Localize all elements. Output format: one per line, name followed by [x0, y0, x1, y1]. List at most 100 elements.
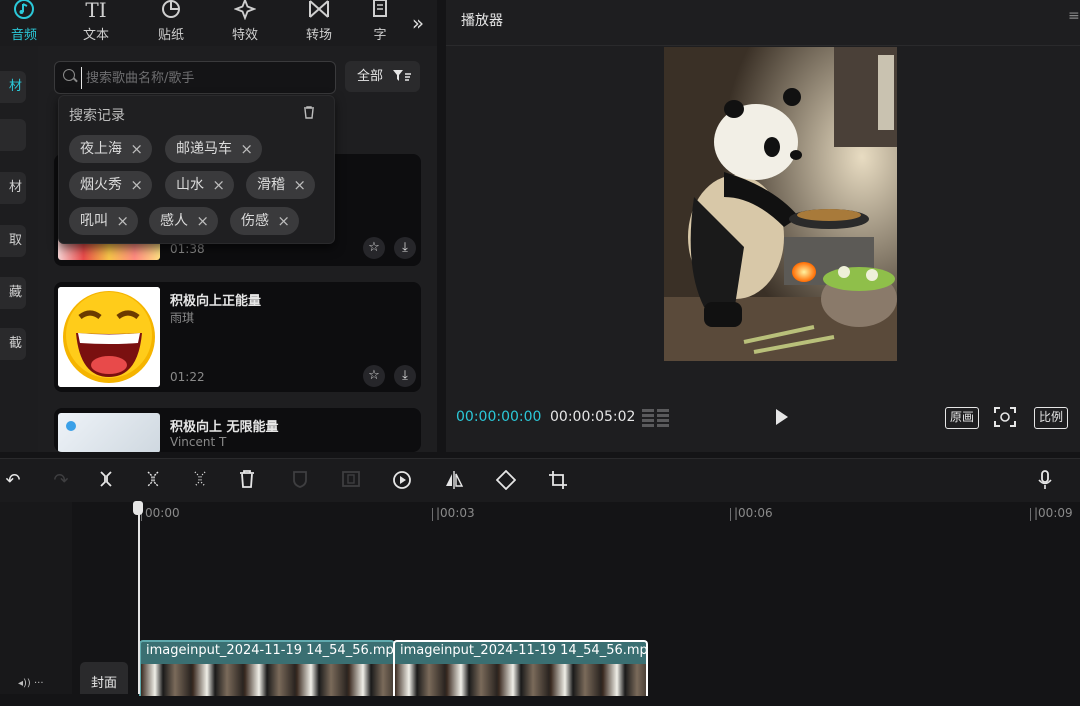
star-icon[interactable]: ☆	[363, 237, 385, 259]
video-preview[interactable]	[664, 47, 897, 361]
history-chip[interactable]: 邮递马车 ×	[165, 135, 262, 163]
original-quality-button[interactable]: 原画	[945, 407, 979, 429]
close-icon[interactable]: ×	[240, 135, 253, 163]
player-title: 播放器	[461, 13, 503, 29]
history-chip[interactable]: 滑稽 ×	[246, 171, 315, 199]
current-time: 00:00:00:00	[456, 409, 542, 425]
text-icon: TI	[85, 0, 107, 22]
rail-item-6[interactable]: 截	[0, 328, 26, 360]
history-chip[interactable]: 夜上海 ×	[69, 135, 152, 163]
rail-item-2[interactable]	[0, 119, 26, 151]
chip-label: 夜上海	[80, 141, 122, 157]
chip-label: 吼叫	[80, 213, 108, 229]
sticker-icon	[139, 0, 203, 22]
history-chip[interactable]: 烟火秀 ×	[69, 171, 152, 199]
close-icon[interactable]: ×	[116, 207, 129, 235]
tab-audio-label: 音频	[10, 28, 37, 43]
search-icon	[63, 69, 75, 81]
undo-icon[interactable]: ↶	[2, 470, 24, 492]
top-toolbar: 音频 TI 文本 贴纸 特效 转场 字 »	[0, 0, 437, 46]
redo-icon[interactable]: ↷	[50, 470, 72, 492]
tab-sticker[interactable]: 贴纸	[139, 0, 203, 46]
close-icon[interactable]: ×	[277, 207, 290, 235]
download-icon[interactable]: ⤓	[394, 365, 416, 387]
rotate-icon[interactable]	[495, 469, 517, 492]
playhead-handle[interactable]	[133, 501, 143, 515]
ratio-button[interactable]: 比例	[1034, 407, 1068, 429]
tab-transition-label: 转场	[305, 28, 332, 43]
playhead-line[interactable]	[138, 513, 140, 694]
close-icon[interactable]: ×	[212, 171, 225, 199]
timeline-tick: |00:06	[730, 506, 773, 521]
music-card[interactable]: 积极向上 无限能量 Vincent T	[54, 408, 421, 452]
music-duration: 01:38	[170, 242, 205, 256]
crop-icon[interactable]	[547, 470, 569, 492]
close-icon[interactable]: ×	[130, 135, 143, 163]
chip-label: 滑稽	[257, 177, 285, 193]
waveform-grid-icon[interactable]	[641, 408, 671, 427]
subtitle-icon	[355, 0, 405, 22]
speed-icon[interactable]	[391, 470, 413, 492]
fullscreen-icon[interactable]	[993, 407, 1017, 427]
video-clip[interactable]: imageinput_2024-11-19 14_54_56.mp4	[139, 640, 395, 696]
split-icon[interactable]	[95, 470, 117, 492]
track-header	[0, 502, 72, 694]
music-artist: Vincent T	[170, 435, 227, 449]
clip-name: imageinput_2024-11-19 14_54_56.mp4	[146, 643, 395, 658]
history-chip[interactable]: 伤感 ×	[230, 207, 299, 235]
rail-item-3[interactable]: 材	[0, 172, 26, 204]
download-icon[interactable]: ⤓	[394, 237, 416, 259]
tab-transition[interactable]: 转场	[287, 0, 351, 46]
player-header	[446, 0, 1080, 46]
filter-button[interactable]: 全部	[345, 61, 420, 92]
mirror-icon[interactable]	[443, 470, 465, 492]
total-time: 00:00:05:02	[550, 409, 636, 425]
chip-label: 山水	[176, 177, 204, 193]
star-icon[interactable]: ☆	[363, 365, 385, 387]
music-duration: 01:22	[170, 370, 205, 384]
rail-item-5[interactable]: 藏	[0, 277, 26, 309]
music-note-icon	[0, 0, 56, 22]
history-chip[interactable]: 吼叫 ×	[69, 207, 138, 235]
tab-effects[interactable]: 特效	[213, 0, 277, 46]
trash-icon[interactable]	[303, 106, 315, 123]
video-clip[interactable]: imageinput_2024-11-19 14_54_56.mp4	[393, 640, 648, 696]
split-right-icon[interactable]	[189, 470, 211, 492]
sparkle-icon	[213, 0, 277, 22]
double-chevron-right-icon[interactable]: »	[404, 10, 432, 36]
clip-name: imageinput_2024-11-19 14_54_56.mp4	[400, 643, 648, 658]
music-title: 积极向上 无限能量	[170, 420, 279, 435]
clip-thumbnails	[395, 664, 646, 696]
close-icon[interactable]: ×	[130, 171, 143, 199]
close-icon[interactable]: ×	[293, 171, 306, 199]
chip-label: 烟火秀	[80, 177, 122, 193]
split-left-icon[interactable]	[142, 470, 164, 492]
tab-text[interactable]: TI 文本	[64, 0, 128, 46]
play-icon[interactable]	[770, 406, 792, 428]
tab-audio[interactable]: 音频	[0, 0, 56, 46]
menu-icon[interactable]: ≡	[1068, 8, 1080, 24]
filter-icon	[392, 61, 412, 95]
chip-label: 伤感	[241, 213, 269, 229]
timeline-tick: |00:03	[432, 506, 475, 521]
history-chip[interactable]: 感人 ×	[149, 207, 218, 235]
delete-icon[interactable]	[236, 470, 258, 492]
tab-subtitle[interactable]: 字	[355, 0, 405, 46]
filter-label: 全部	[357, 69, 384, 84]
tab-sticker-label: 贴纸	[157, 28, 184, 43]
freeze-frame-icon[interactable]	[340, 470, 362, 492]
microphone-icon[interactable]	[1034, 470, 1056, 492]
close-icon[interactable]: ×	[196, 207, 209, 235]
history-chip[interactable]: 山水 ×	[165, 171, 234, 199]
transition-icon	[287, 0, 351, 22]
tab-subtitle-label: 字	[373, 28, 387, 43]
music-card[interactable]: 积极向上正能量 雨琪 01:22 ☆ ⤓	[54, 282, 421, 392]
tab-text-label: 文本	[82, 28, 109, 43]
rail-item-1[interactable]: 材	[0, 71, 26, 103]
cover-button[interactable]: 封面	[80, 662, 128, 694]
chip-label: 感人	[160, 213, 188, 229]
rail-item-4[interactable]: 取	[0, 225, 26, 257]
shield-icon[interactable]	[289, 470, 311, 492]
search-input[interactable]	[81, 67, 328, 89]
track-volume-icon[interactable]: ◂)) ···	[18, 678, 44, 689]
